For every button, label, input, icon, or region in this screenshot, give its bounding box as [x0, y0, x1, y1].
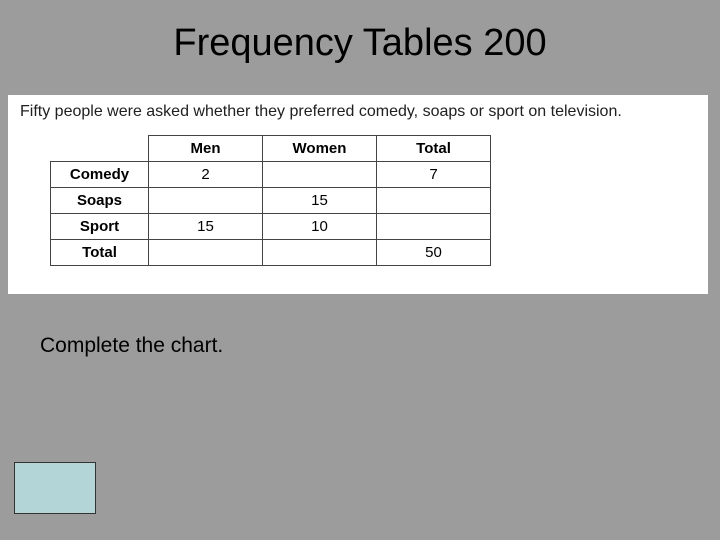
row-header-soaps: Soaps: [51, 188, 149, 214]
cell-sport-women: 10: [263, 214, 377, 240]
answer-button[interactable]: [14, 462, 96, 514]
cell-total-total: 50: [377, 240, 491, 266]
table-row: Comedy 2 7: [51, 162, 491, 188]
table-row: Sport 15 10: [51, 214, 491, 240]
row-header-total: Total: [51, 240, 149, 266]
table-row: Men Women Total: [51, 136, 491, 162]
cell-sport-men: 15: [149, 214, 263, 240]
cell-soaps-men: [149, 188, 263, 214]
slide-title: Frequency Tables 200: [0, 0, 720, 95]
table-corner: [51, 136, 149, 162]
col-header-total: Total: [377, 136, 491, 162]
cell-soaps-total: [377, 188, 491, 214]
cell-soaps-women: 15: [263, 188, 377, 214]
cell-total-women: [263, 240, 377, 266]
question-panel: Fifty people were asked whether they pre…: [8, 95, 708, 294]
row-header-sport: Sport: [51, 214, 149, 240]
col-header-men: Men: [149, 136, 263, 162]
col-header-women: Women: [263, 136, 377, 162]
frequency-table: Men Women Total Comedy 2 7 Soaps 15 Spor…: [50, 135, 491, 266]
instruction-text: Complete the chart.: [40, 334, 720, 358]
cell-comedy-men: 2: [149, 162, 263, 188]
question-text: Fifty people were asked whether they pre…: [16, 103, 700, 131]
table-row: Soaps 15: [51, 188, 491, 214]
table-row: Total 50: [51, 240, 491, 266]
cell-sport-total: [377, 214, 491, 240]
cell-total-men: [149, 240, 263, 266]
cell-comedy-women: [263, 162, 377, 188]
cell-comedy-total: 7: [377, 162, 491, 188]
row-header-comedy: Comedy: [51, 162, 149, 188]
